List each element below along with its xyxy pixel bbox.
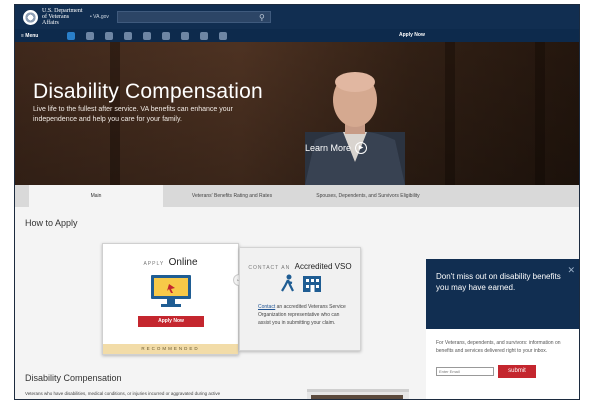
education-icon[interactable]	[86, 31, 94, 40]
disability-icon[interactable]	[67, 31, 75, 40]
recommended-badge: RECOMMENDED	[103, 344, 238, 354]
tab-spouses-dependents-survivors[interactable]: Spouses, Dependents, and Survivors Eligi…	[301, 185, 435, 207]
careers-icon[interactable]	[105, 31, 113, 40]
disability-compensation-heading: Disability Compensation	[25, 373, 122, 383]
vso-label: Accredited VSO	[294, 262, 352, 271]
tab-spacer	[15, 185, 29, 207]
nav-apply-now-link[interactable]: Apply Now	[399, 32, 425, 38]
housing-icon[interactable]	[143, 31, 151, 40]
vso-kicker: CONTACT AN	[248, 265, 291, 271]
disability-compensation-text: Veterans who have disabilities, medical …	[25, 391, 221, 396]
signup-panel-body: For Veterans, dependents, and survivors:…	[426, 329, 579, 399]
life-insurance-icon[interactable]	[200, 31, 208, 40]
site-name[interactable]: • VA.gov	[90, 14, 109, 20]
tab-bar: Main Veterans' Benefits Rating and Rates…	[15, 185, 579, 207]
org-name[interactable]: U.S. Department of Veterans Affairs	[42, 8, 84, 26]
walking-person-icon	[281, 274, 294, 292]
main-nav: ≡ Menu Apply Now	[15, 29, 579, 42]
apply-now-button[interactable]: Apply Now	[138, 316, 204, 327]
contact-link[interactable]: Contact	[258, 304, 275, 310]
email-form: Enter Email submit	[436, 365, 536, 378]
close-icon[interactable]: ✕	[567, 265, 575, 276]
hero-subtitle: Live life to the fullest after service. …	[33, 106, 233, 123]
vso-title: CONTACT AN Accredited VSO	[240, 256, 360, 274]
browser-frame: U.S. Department of Veterans Affairs • VA…	[14, 4, 580, 400]
hero-banner: Disability Compensation Live life to the…	[15, 42, 579, 185]
apply-online-title: APPLY Online	[103, 252, 238, 270]
signup-description: For Veterans, dependents, and survivors:…	[436, 340, 561, 354]
email-field[interactable]: Enter Email	[436, 367, 494, 376]
search-input[interactable]: ⚲	[116, 11, 271, 23]
search-icon[interactable]: ⚲	[259, 13, 265, 22]
apply-kicker: APPLY	[143, 261, 165, 267]
benefit-icons	[67, 31, 227, 40]
signup-panel-header: Don't miss out on disability benefits yo…	[426, 259, 579, 329]
apply-online-card: APPLY Online Apply Now RECOMMENDED	[102, 243, 239, 355]
hero-title: Disability Compensation	[33, 80, 263, 103]
learn-more-button[interactable]: Learn More ▶	[305, 142, 368, 154]
pension-icon[interactable]	[124, 31, 132, 40]
signup-title: Don't miss out on disability benefits yo…	[436, 272, 561, 292]
burials-icon[interactable]	[181, 31, 189, 40]
family-icon[interactable]	[219, 31, 227, 40]
vso-icons	[280, 274, 322, 292]
thumbnail-image	[311, 395, 403, 399]
submit-button[interactable]: submit	[498, 365, 536, 378]
va-seal-logo[interactable]	[23, 9, 38, 25]
top-bar: U.S. Department of Veterans Affairs • VA…	[15, 5, 579, 29]
how-to-apply-heading: How to Apply	[25, 218, 78, 228]
building-icon	[303, 276, 321, 292]
menu-button[interactable]: ≡ Menu	[15, 33, 67, 39]
vso-description: Contact an accredited Veterans Service O…	[258, 303, 348, 327]
chevron-right-icon: ▶	[355, 142, 368, 154]
accredited-vso-card: CONTACT AN Accredited VSO Contact an acc…	[239, 247, 361, 351]
video-thumbnail[interactable]	[307, 389, 409, 399]
veteran-photo	[305, 72, 405, 185]
online-label: Online	[168, 257, 198, 268]
computer-monitor-icon	[151, 275, 191, 307]
healthcare-icon[interactable]	[162, 31, 170, 40]
learn-more-label: Learn More	[305, 143, 352, 153]
tab-benefits-rating-and-rates[interactable]: Veterans' Benefits Rating and Rates	[163, 185, 301, 207]
tab-main[interactable]: Main	[29, 185, 163, 207]
